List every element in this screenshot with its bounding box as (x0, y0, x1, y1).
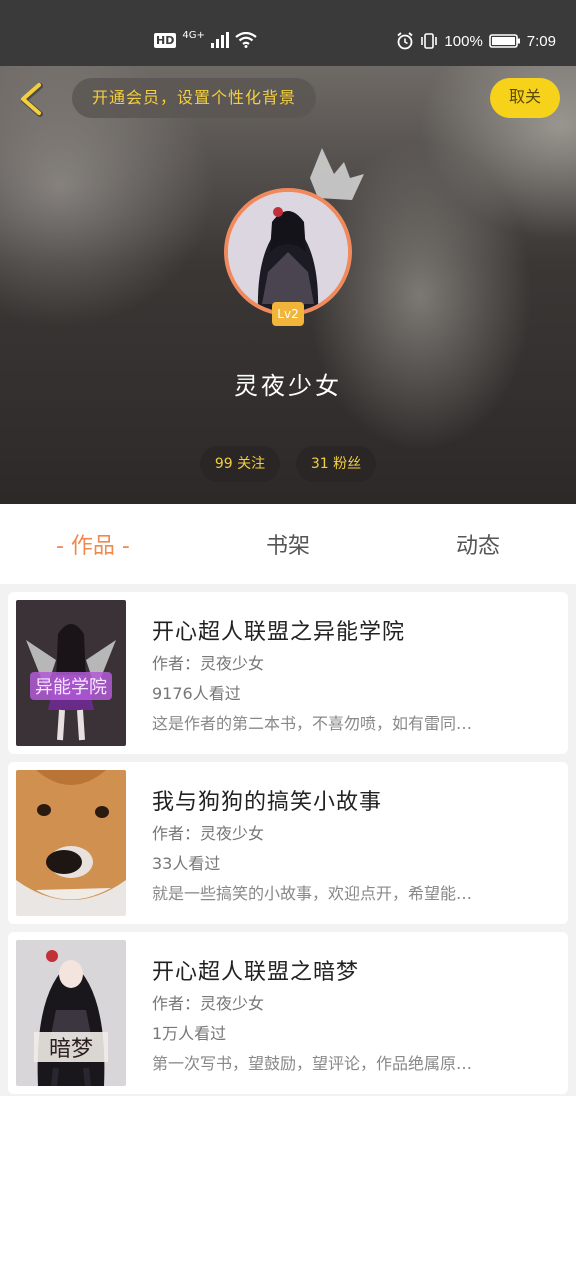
book-views: 1万人看过 (152, 1024, 227, 1043)
book-views: 33人看过 (152, 854, 221, 873)
list-item[interactable]: 我与狗狗的搞笑小故事 作者：灵夜少女 33人看过 就是一些搞笑的小故事，欢迎点开… (8, 762, 568, 924)
book-author: 作者：灵夜少女 (152, 654, 265, 673)
back-button[interactable] (14, 80, 54, 120)
list-item[interactable]: 异能学院 开心超人联盟之异能学院 作者：灵夜少女 9176人看过 这是作者的第二… (8, 592, 568, 754)
hd-indicator: HD (154, 32, 177, 48)
cover-title-text: 暗梦 (49, 1037, 93, 1062)
status-right: 100% 7:09 (396, 32, 556, 50)
followers-count[interactable]: 31 粉丝 (296, 446, 376, 482)
level-badge: Lv2 (272, 302, 304, 326)
profile-header: 开通会员，设置个性化背景 取关 Lv2 灵夜少女 99 关注 31 粉丝 (0, 66, 576, 504)
profile-tabs: - 作品 - 书架 动态 (0, 504, 576, 584)
cover-title-text: 异能学院 (35, 677, 107, 698)
book-cover: 暗梦 (16, 940, 126, 1086)
tab-bookshelf[interactable]: 书架 (266, 528, 310, 560)
avatar[interactable] (224, 188, 352, 316)
user-nickname: 灵夜少女 (234, 372, 342, 400)
signal-icon (210, 32, 229, 48)
book-cover-image (16, 770, 126, 916)
status-bar: HD 4G+ 100% 7:09 (0, 0, 576, 66)
status-left: HD 4G+ (154, 29, 257, 48)
book-author: 作者：灵夜少女 (152, 994, 265, 1013)
book-cover-image: 暗梦 (16, 940, 126, 1086)
following-count[interactable]: 99 关注 (200, 446, 280, 482)
battery-percent: 100% (444, 32, 483, 50)
book-views: 9176人看过 (152, 684, 241, 703)
battery-icon (488, 34, 520, 48)
book-cover (16, 770, 126, 916)
list-item[interactable]: 暗梦 开心超人联盟之暗梦 作者：灵夜少女 1万人看过 第一次写书，望鼓励，望评论… (8, 932, 568, 1094)
book-title: 开心超人联盟之异能学院 (152, 620, 406, 645)
vibrate-icon (421, 33, 438, 49)
book-cover: 异能学院 (16, 600, 126, 746)
avatar-image (228, 192, 348, 312)
back-arrow-icon (21, 83, 43, 117)
book-description: 第一次写书，望鼓励，望评论，作品绝属原… (152, 1054, 473, 1073)
tab-works[interactable]: - 作品 - (56, 528, 130, 560)
vip-background-banner[interactable]: 开通会员，设置个性化背景 (72, 78, 316, 118)
network-type: 4G+ (182, 29, 205, 41)
tab-activity[interactable]: 动态 (456, 528, 500, 560)
clock: 7:09 (526, 32, 556, 50)
book-author: 作者：灵夜少女 (152, 824, 265, 843)
unfollow-button[interactable]: 取关 (490, 78, 560, 118)
book-title: 开心超人联盟之暗梦 (152, 960, 360, 985)
book-description: 这是作者的第二本书，不喜勿喷，如有雷同… (152, 714, 473, 733)
alarm-icon (397, 32, 413, 50)
book-cover-image: 异能学院 (16, 600, 126, 746)
book-title: 我与狗狗的搞笑小故事 (152, 790, 383, 815)
book-description: 就是一些搞笑的小故事，欢迎点开，希望能… (152, 884, 473, 903)
wifi-icon (235, 32, 257, 48)
